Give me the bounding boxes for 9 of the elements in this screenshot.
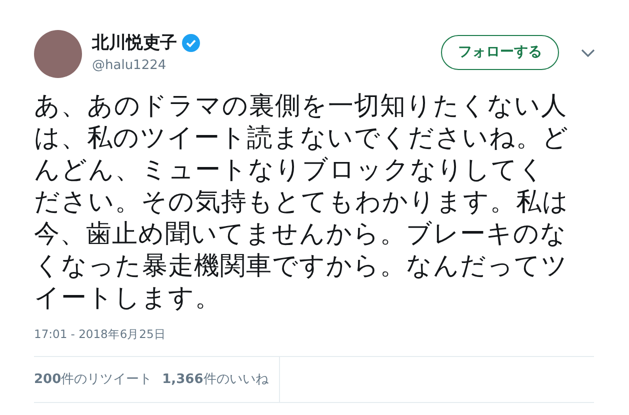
chevron-down-icon[interactable]	[581, 49, 595, 57]
follow-button[interactable]: フォローする	[441, 35, 559, 70]
user-name[interactable]: 北川悦吏子	[92, 32, 177, 54]
tweet-timestamp[interactable]: 17:01 - 2018年6月25日	[34, 326, 595, 344]
user-handle[interactable]: @halu1224	[92, 57, 200, 75]
tweet-text: あ、あのドラマの裏側を一切知りたくない人は、私のツイート読まないでくださいね。どんどん、ミュートなりブロックなりしてください。その気持もとてもわかります。私は今、歯止め聞いてませんから。ブレーキのなくなった暴走機関車ですから。なんだってツイートします。	[34, 90, 570, 314]
stat-link[interactable]: 1,366件のいいね	[162, 370, 268, 390]
avatar[interactable]	[34, 30, 82, 78]
stat-link[interactable]: 200件のリツイート	[34, 370, 152, 390]
